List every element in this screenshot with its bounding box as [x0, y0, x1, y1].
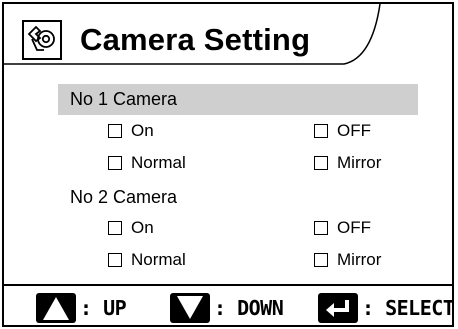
camera-2-off-checkbox[interactable]: OFF	[314, 218, 371, 238]
camera-setting-icon	[22, 20, 62, 60]
checkbox-box[interactable]	[314, 124, 328, 138]
camera-2-off-label: OFF	[337, 218, 371, 237]
camera-2-row[interactable]: No 2 Camera	[58, 182, 418, 213]
checkbox-box[interactable]	[108, 253, 122, 267]
checkbox-box[interactable]	[108, 221, 122, 235]
camera-1-off-checkbox[interactable]: OFF	[314, 121, 371, 141]
select-key-label: : SELECT	[362, 296, 455, 320]
down-key-label: : DOWN	[214, 296, 284, 320]
camera-1-mirror-label: Mirror	[337, 153, 382, 172]
checkbox-box[interactable]	[314, 156, 328, 170]
checkbox-box[interactable]	[314, 221, 328, 235]
camera-1-on-label: On	[131, 121, 154, 140]
header: Camera Setting	[0, 0, 452, 65]
up-arrow-key-icon	[36, 293, 76, 323]
checkbox-box[interactable]	[108, 156, 122, 170]
camera-1-mirror-checkbox[interactable]: Mirror	[314, 153, 381, 173]
camera-1-off-label: OFF	[337, 121, 371, 140]
camera-1-on-checkbox[interactable]: On	[108, 121, 154, 141]
camera-1-normal-checkbox[interactable]: Normal	[108, 153, 186, 173]
camera-1-row[interactable]: No 1 Camera	[58, 84, 418, 115]
camera-2-mirror-checkbox[interactable]: Mirror	[314, 250, 381, 270]
checkbox-box[interactable]	[108, 124, 122, 138]
camera-2-label: No 2 Camera	[70, 187, 178, 207]
up-key-label: : UP	[80, 296, 127, 320]
down-arrow-key-icon	[170, 293, 210, 323]
camera-2-on-checkbox[interactable]: On	[108, 218, 154, 238]
camera-2-mirror-label: Mirror	[337, 250, 382, 269]
key-legend: : UP : DOWN : SELECT	[0, 286, 458, 329]
camera-1-normal-label: Normal	[131, 153, 186, 172]
checkbox-box[interactable]	[314, 253, 328, 267]
page-title: Camera Setting	[80, 22, 311, 57]
camera-2-on-label: On	[131, 218, 154, 237]
camera-2-normal-checkbox[interactable]: Normal	[108, 250, 186, 270]
enter-key-icon	[318, 293, 358, 323]
camera-2-normal-label: Normal	[131, 250, 186, 269]
camera-1-label: No 1 Camera	[70, 89, 178, 109]
